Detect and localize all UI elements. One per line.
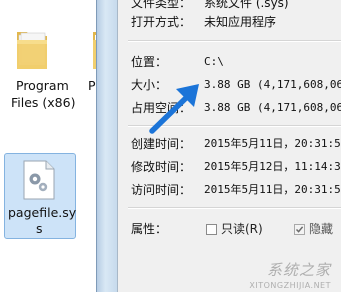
readonly-label[interactable]: 只读(R)	[221, 220, 263, 238]
open-with-label: 打开方式：	[131, 15, 192, 29]
size-label: 大小：	[131, 78, 168, 92]
separator	[128, 125, 341, 127]
watermark-logo: 系统之家	[266, 261, 331, 279]
system-file-icon	[22, 160, 56, 204]
folder-label-line1: Program	[16, 78, 69, 93]
file-label-line2: s	[36, 221, 43, 236]
size-on-disk-label: 占用空间：	[131, 101, 192, 115]
folder-icon	[14, 26, 50, 76]
file-item-pagefile-sys[interactable]: pagefile.sy s	[4, 153, 76, 239]
accessed-label: 访问时间：	[131, 183, 192, 197]
checkmark-icon	[295, 226, 304, 233]
file-label-line1: pagefile.sy	[8, 205, 77, 220]
properties-dialog: 文件类型： 系统文件 (.sys) 打开方式： 未知应用程序 位置： C:\ 大…	[117, 0, 341, 292]
separator	[128, 40, 341, 42]
location-value: C:\	[204, 55, 224, 68]
created-label: 创建时间：	[131, 137, 192, 151]
watermark-url: XITONGZHIJIA.NET	[249, 281, 331, 290]
hidden-checkbox[interactable]	[294, 224, 305, 235]
readonly-checkbox[interactable]	[206, 224, 217, 235]
file-type-value: 系统文件 (.sys)	[204, 0, 289, 10]
size-on-disk-value: 3.88 GB (4,171,608,064	[204, 101, 341, 114]
attributes-label: 属性：	[131, 222, 168, 236]
location-label: 位置：	[131, 55, 168, 69]
file-type-label: 文件类型：	[131, 0, 192, 10]
accessed-value: 2015年5月11日，20:31:56	[204, 183, 341, 196]
hidden-label[interactable]: 隐藏	[309, 220, 333, 238]
created-value: 2015年5月11日，20:31:56	[204, 137, 341, 150]
open-with-value: 未知应用程序	[204, 15, 277, 29]
modified-value: 2015年5月12日，11:14:37	[204, 160, 341, 173]
folder-label-line2: Files (x86)	[11, 95, 76, 110]
separator	[128, 207, 341, 209]
explorer-pane: Program Files (x86) Pro pagefile.sy	[0, 0, 110, 292]
size-value: 3.88 GB (4,171,608,064	[204, 78, 341, 91]
modified-label: 修改时间：	[131, 160, 192, 174]
dialog-window-border	[96, 0, 118, 292]
